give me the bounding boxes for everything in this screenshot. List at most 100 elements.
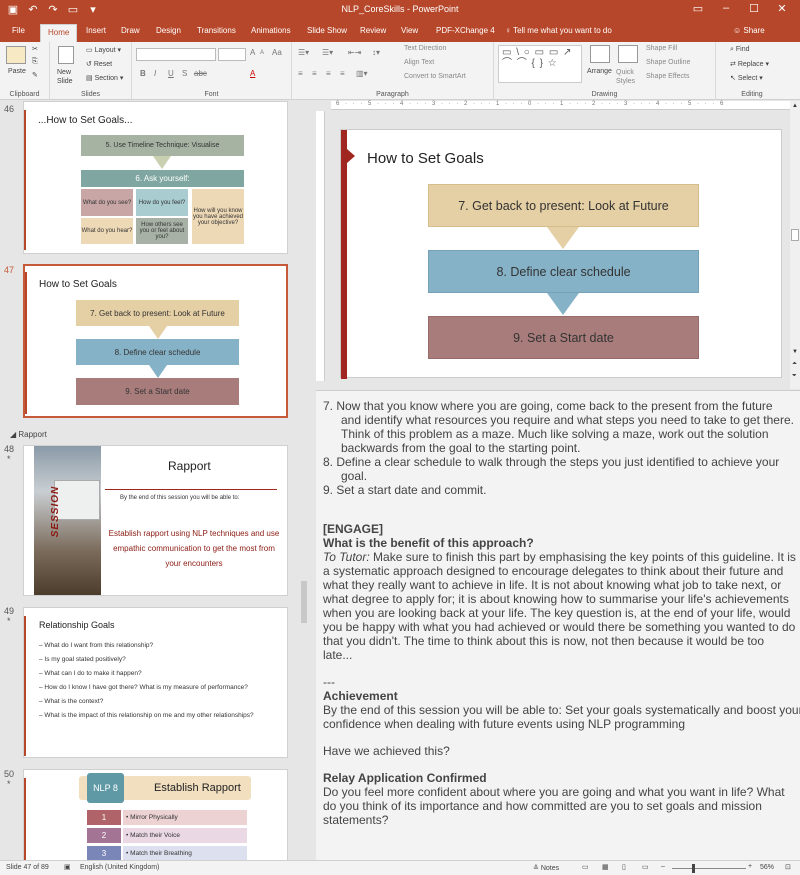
font-color-button[interactable]: A bbox=[250, 69, 255, 78]
convert-smartart-button[interactable]: Convert to SmartArt bbox=[404, 73, 466, 80]
clear-formatting-icon[interactable]: Aa bbox=[272, 48, 282, 57]
down-arrow[interactable] bbox=[547, 293, 579, 315]
ribbon-display-icon[interactable]: ▭ bbox=[684, 2, 712, 15]
arrange-icon[interactable] bbox=[590, 45, 610, 63]
step-9-box[interactable]: 9. Set a Start date bbox=[428, 316, 699, 359]
step-7-box[interactable]: 7. Get back to present: Look at Future bbox=[428, 184, 699, 227]
italic-button[interactable]: I bbox=[154, 69, 156, 78]
current-slide[interactable]: How to Set Goals 7. Get back to present:… bbox=[340, 129, 782, 379]
paste-button[interactable]: Paste bbox=[8, 68, 26, 75]
notes-button[interactable]: ≙ Notes bbox=[533, 864, 559, 872]
tab-file[interactable]: File bbox=[12, 26, 25, 35]
section-button[interactable]: ▤ Section ▾ bbox=[86, 74, 123, 82]
slide-thumbnail-pane[interactable]: 46 ...How to Set Goals... 5. Use Timelin… bbox=[0, 101, 309, 860]
speaker-notes-pane[interactable]: 7. Now that you know where you are going… bbox=[316, 390, 800, 860]
scrollbar-thumb[interactable] bbox=[791, 229, 799, 241]
numbering-icon[interactable]: ☰▾ bbox=[322, 48, 333, 57]
thumbnail-slide-49[interactable]: Relationship Goals – What do I want from… bbox=[23, 607, 288, 758]
slideshow-icon[interactable]: ▭ bbox=[642, 863, 649, 871]
cut-icon[interactable]: ✂ bbox=[32, 45, 38, 53]
quick-styles-icon[interactable] bbox=[618, 45, 638, 63]
tell-me-search[interactable]: ♀ Tell me what you want to do bbox=[505, 26, 612, 35]
bullets-icon[interactable]: ☰▾ bbox=[298, 48, 309, 57]
indent-icon[interactable]: ⇤⇥ bbox=[348, 48, 361, 57]
format-painter-icon[interactable]: ✎ bbox=[32, 71, 38, 79]
section-header-rapport[interactable]: ◢ Rapport bbox=[10, 430, 47, 439]
scroll-down-icon[interactable]: ▼ bbox=[792, 349, 798, 355]
thumbnail-slide-50[interactable]: NLP 8 Establish Rapport 1 • Mirror Physi… bbox=[23, 769, 288, 860]
arrange-button[interactable]: Arrange bbox=[587, 68, 612, 75]
tab-draw[interactable]: Draw bbox=[121, 26, 140, 35]
new-slide-button[interactable]: New Slide bbox=[57, 68, 79, 86]
scroll-up-icon[interactable]: ▲ bbox=[792, 103, 798, 109]
tab-view[interactable]: View bbox=[401, 26, 418, 35]
slide-title[interactable]: How to Set Goals bbox=[367, 150, 484, 167]
zoom-in-icon[interactable]: + bbox=[748, 863, 752, 870]
thumbnail-scrollbar-thumb[interactable] bbox=[301, 581, 307, 623]
strikethrough-button[interactable]: abc bbox=[194, 69, 207, 78]
tab-review[interactable]: Review bbox=[360, 26, 386, 35]
language-status[interactable]: English (United Kingdom) bbox=[80, 864, 159, 871]
slide-sorter-icon[interactable]: ▦ bbox=[602, 863, 609, 871]
tab-pdf-xchange[interactable]: PDF-XChange 4 bbox=[436, 26, 495, 35]
align-left-icon[interactable]: ≡ bbox=[298, 69, 303, 78]
columns-icon[interactable]: ▥▾ bbox=[356, 69, 368, 78]
justify-icon[interactable]: ≡ bbox=[340, 69, 345, 78]
zoom-slider[interactable] bbox=[672, 868, 746, 869]
new-slide-icon[interactable] bbox=[58, 46, 74, 64]
tab-slide-show[interactable]: Slide Show bbox=[307, 26, 347, 35]
select-button[interactable]: ↖ Select ▾ bbox=[730, 74, 763, 82]
replace-button[interactable]: ⇄ Replace ▾ bbox=[730, 60, 769, 68]
shape-outline-button[interactable]: Shape Outline bbox=[646, 59, 690, 66]
zoom-out-icon[interactable]: – bbox=[661, 863, 665, 870]
reset-button[interactable]: ↺ Reset bbox=[86, 60, 112, 68]
quick-styles-button[interactable]: Quick Styles bbox=[616, 68, 638, 86]
down-arrow bbox=[153, 156, 171, 169]
paste-icon[interactable] bbox=[6, 46, 26, 64]
tab-home[interactable]: Home bbox=[40, 24, 78, 42]
shape-effects-button[interactable]: Shape Effects bbox=[646, 73, 689, 80]
minimize-icon[interactable]: – bbox=[712, 2, 740, 15]
zoom-slider-thumb[interactable] bbox=[692, 864, 695, 873]
font-size-combo[interactable] bbox=[218, 48, 246, 61]
next-slide-icon[interactable]: ⏷ bbox=[792, 373, 797, 380]
normal-view-icon[interactable]: ▭ bbox=[582, 863, 589, 871]
slide-editing-area[interactable]: 6 · · · 5 · · · 4 · · · 3 · · · 2 · · · … bbox=[316, 101, 800, 389]
maximize-icon[interactable]: ☐ bbox=[740, 2, 768, 15]
share-button[interactable]: ☺ Share bbox=[733, 26, 765, 35]
zoom-level[interactable]: 56% bbox=[760, 864, 774, 871]
notes-tutor: To Tutor: Make sure to finish this part … bbox=[323, 550, 796, 564]
tab-insert[interactable]: Insert bbox=[86, 26, 106, 35]
increase-font-icon[interactable]: A bbox=[250, 48, 255, 57]
shadow-button[interactable]: S bbox=[182, 69, 187, 78]
thumbnail-slide-47-selected[interactable]: How to Set Goals 7. Get back to present:… bbox=[23, 264, 288, 418]
slide-vertical-scrollbar[interactable]: ▲ ▼ ⏶ ⏷ bbox=[790, 101, 800, 389]
align-text-button[interactable]: Align Text bbox=[404, 59, 434, 66]
previous-slide-icon[interactable]: ⏶ bbox=[792, 361, 797, 368]
thumbnail-slide-48[interactable]: SESSION Rapport By the end of this sessi… bbox=[23, 445, 288, 596]
font-name-combo[interactable] bbox=[136, 48, 216, 61]
step-8-box[interactable]: 8. Define clear schedule bbox=[428, 250, 699, 293]
spelling-icon[interactable]: ▣ bbox=[64, 863, 71, 871]
text-direction-button[interactable]: Text Direction bbox=[404, 45, 446, 52]
shapes-gallery[interactable]: ▭ \ ○ ▭ ▭ ↗ ⌒ ⌒ { } ☆ bbox=[498, 45, 582, 83]
underline-button[interactable]: U bbox=[168, 69, 174, 78]
line-spacing-icon[interactable]: ↕▾ bbox=[372, 48, 380, 57]
thumbnail-slide-46[interactable]: ...How to Set Goals... 5. Use Timeline T… bbox=[23, 101, 288, 254]
find-button[interactable]: ⌕ Find bbox=[730, 46, 750, 54]
copy-icon[interactable]: ⎘ bbox=[32, 58, 38, 66]
fit-slide-icon[interactable]: ⊡ bbox=[785, 863, 791, 871]
rapport-step: • Match their Voice bbox=[123, 828, 247, 843]
reading-view-icon[interactable]: ▯ bbox=[622, 863, 626, 871]
align-right-icon[interactable]: ≡ bbox=[326, 69, 331, 78]
tab-design[interactable]: Design bbox=[156, 26, 181, 35]
close-icon[interactable]: ✕ bbox=[768, 2, 796, 15]
decrease-font-icon[interactable]: A bbox=[260, 50, 264, 56]
bold-button[interactable]: B bbox=[140, 69, 146, 78]
layout-button[interactable]: ▭ Layout ▾ bbox=[86, 46, 121, 54]
tab-animations[interactable]: Animations bbox=[251, 26, 291, 35]
down-arrow[interactable] bbox=[547, 227, 579, 249]
align-center-icon[interactable]: ≡ bbox=[312, 69, 317, 78]
shape-fill-button[interactable]: Shape Fill bbox=[646, 45, 677, 52]
tab-transitions[interactable]: Transitions bbox=[197, 26, 236, 35]
